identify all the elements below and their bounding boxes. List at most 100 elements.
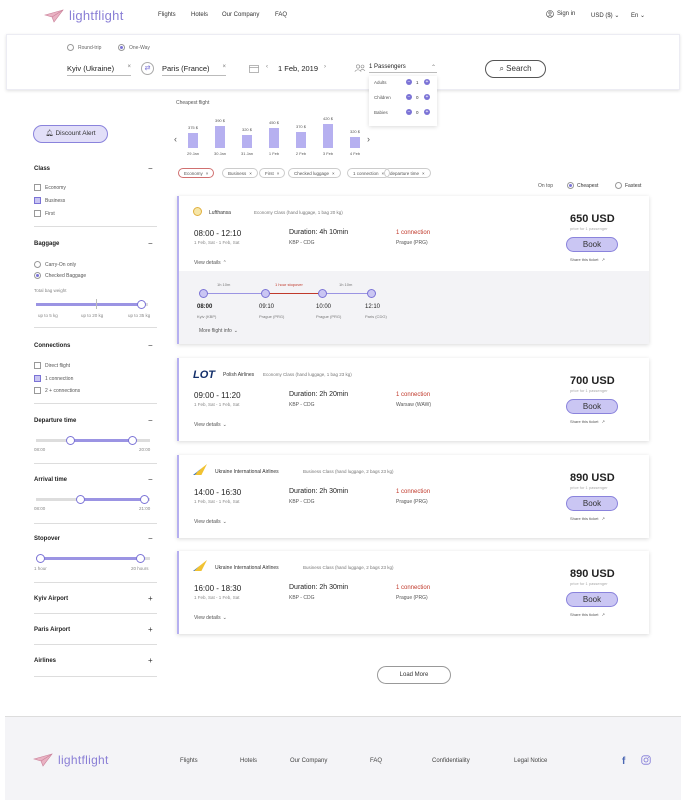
collapse-icon[interactable]: − <box>148 239 153 248</box>
date-input[interactable]: 1 Feb, 2019 <box>272 64 324 75</box>
departure-slider[interactable] <box>36 436 150 445</box>
from-input[interactable]: Kyiv (Ukraine) × <box>67 64 131 76</box>
view-details-toggle[interactable]: View details ⌃ <box>194 260 227 266</box>
collapse-icon[interactable]: − <box>148 164 153 173</box>
connections-direct-checkbox[interactable]: Direct flight <box>34 362 70 369</box>
footer-logo[interactable]: lightflight <box>33 753 109 767</box>
slider-knob[interactable] <box>137 300 146 309</box>
instagram-icon[interactable] <box>641 755 651 767</box>
sort-cheapest-radio[interactable]: Cheapest <box>567 182 598 189</box>
chart-bar[interactable] <box>215 126 225 148</box>
nav-our-company[interactable]: Our Company <box>222 12 259 18</box>
chart-bar[interactable] <box>188 132 198 148</box>
close-icon[interactable]: × <box>206 171 209 176</box>
to-input[interactable]: Paris (France) × <box>162 64 226 76</box>
clear-icon[interactable]: × <box>127 64 131 70</box>
expand-icon[interactable]: + <box>148 656 153 665</box>
paris-airport-filter[interactable]: Paris Airport <box>34 627 70 633</box>
view-details-toggle[interactable]: View details ⌄ <box>194 422 227 428</box>
chart-next-icon[interactable]: › <box>367 134 370 144</box>
more-flight-info-toggle[interactable]: More flight info ⌄ <box>199 328 238 334</box>
filter-chip[interactable]: Checked luggage × <box>288 168 341 178</box>
slider-knob[interactable] <box>66 436 75 445</box>
sort-fastest-radio[interactable]: Fastest <box>615 182 641 189</box>
currency-select[interactable]: USD ($) ⌄ <box>591 12 619 19</box>
filter-chip[interactable]: Business × <box>222 168 258 178</box>
airlines-filter[interactable]: Airlines <box>34 658 56 664</box>
prev-date-icon[interactable]: ‹ <box>266 64 268 70</box>
filter-chip[interactable]: Economy × <box>178 168 215 178</box>
filter-chip[interactable]: departure time × <box>384 168 431 178</box>
sign-in-button[interactable]: Sign in <box>546 10 575 18</box>
slider-knob[interactable] <box>128 436 137 445</box>
plus-button[interactable]: + <box>424 94 430 100</box>
minus-button[interactable]: − <box>406 94 412 100</box>
calendar-icon[interactable] <box>249 64 259 75</box>
share-ticket-link[interactable]: Share this ticket ↗ <box>570 516 605 521</box>
footer-link-hotels[interactable]: Hotels <box>240 758 257 764</box>
slider-knob[interactable] <box>136 554 145 563</box>
weight-slider[interactable] <box>36 299 148 309</box>
connections-two-checkbox[interactable]: 2 + connections <box>34 387 80 394</box>
swap-icon[interactable]: ⇄ <box>141 62 154 75</box>
language-select[interactable]: En ⌄ <box>631 12 645 19</box>
footer-link-our-company[interactable]: Our Company <box>290 758 327 764</box>
nav-hotels[interactable]: Hotels <box>191 12 208 18</box>
discount-alert-button[interactable]: 🔔︎ Discount Alert <box>33 125 108 143</box>
close-icon[interactable]: × <box>422 171 425 176</box>
nav-faq[interactable]: FAQ <box>275 12 287 18</box>
minus-button[interactable]: − <box>406 79 412 85</box>
collapse-icon[interactable]: − <box>148 341 153 350</box>
chart-prev-icon[interactable]: ‹ <box>174 134 177 144</box>
slider-knob[interactable] <box>36 554 45 563</box>
close-icon[interactable]: × <box>277 171 280 176</box>
view-details-toggle[interactable]: View details ⌄ <box>194 519 227 525</box>
plus-button[interactable]: + <box>424 79 430 85</box>
footer-link-confidentiality[interactable]: Confidentiality <box>432 758 470 764</box>
footer-link-flights[interactable]: Flights <box>180 758 198 764</box>
filter-chip[interactable]: First × <box>259 168 286 178</box>
load-more-button[interactable]: Load More <box>377 666 451 684</box>
class-business-checkbox[interactable]: Business <box>34 197 65 204</box>
kyiv-airport-filter[interactable]: Kyiv Airport <box>34 596 68 602</box>
class-first-checkbox[interactable]: First <box>34 210 55 217</box>
trip-oneway-radio[interactable]: One-Way <box>118 44 150 51</box>
collapse-icon[interactable]: − <box>148 475 153 484</box>
close-icon[interactable]: × <box>249 171 252 176</box>
collapse-icon[interactable]: − <box>148 534 153 543</box>
arrival-slider[interactable] <box>36 495 150 504</box>
expand-icon[interactable]: + <box>148 594 153 603</box>
baggage-carryon-radio[interactable]: Carry-On only <box>34 261 76 268</box>
baggage-checked-radio[interactable]: Checked Baggage <box>34 272 86 279</box>
book-button[interactable]: Book <box>566 237 618 252</box>
collapse-icon[interactable]: − <box>148 416 153 425</box>
trip-round-radio[interactable]: Round-trip <box>67 44 101 51</box>
share-ticket-link[interactable]: Share this ticket ↗ <box>570 419 605 424</box>
close-icon[interactable]: × <box>332 171 335 176</box>
chart-bar[interactable] <box>350 137 360 148</box>
plus-button[interactable]: + <box>424 109 430 115</box>
slider-knob[interactable] <box>140 495 149 504</box>
chart-bar[interactable] <box>242 135 252 148</box>
next-date-icon[interactable]: › <box>324 64 326 70</box>
search-button[interactable]: ⌕ Search <box>485 60 546 78</box>
book-button[interactable]: Book <box>566 592 618 607</box>
chart-bar[interactable] <box>323 124 333 148</box>
footer-link-legal-notice[interactable]: Legal Notice <box>514 758 547 764</box>
passengers-select[interactable]: 1 Passengers ⌃ <box>369 64 437 73</box>
book-button[interactable]: Book <box>566 399 618 414</box>
footer-link-faq[interactable]: FAQ <box>370 758 382 764</box>
chart-bar[interactable] <box>296 131 306 148</box>
clear-icon[interactable]: × <box>222 64 226 70</box>
chart-bar[interactable] <box>269 127 279 148</box>
view-details-toggle[interactable]: View details ⌄ <box>194 615 227 621</box>
share-ticket-link[interactable]: Share this ticket ↗ <box>570 257 605 262</box>
class-economy-checkbox[interactable]: Economy <box>34 184 66 191</box>
expand-icon[interactable]: + <box>148 625 153 634</box>
connections-one-checkbox[interactable]: 1 connection <box>34 375 73 382</box>
slider-knob[interactable] <box>76 495 85 504</box>
minus-button[interactable]: − <box>406 109 412 115</box>
logo[interactable]: lightflight <box>44 8 124 23</box>
share-ticket-link[interactable]: Share this ticket ↗ <box>570 612 605 617</box>
facebook-icon[interactable]: f <box>622 756 625 767</box>
